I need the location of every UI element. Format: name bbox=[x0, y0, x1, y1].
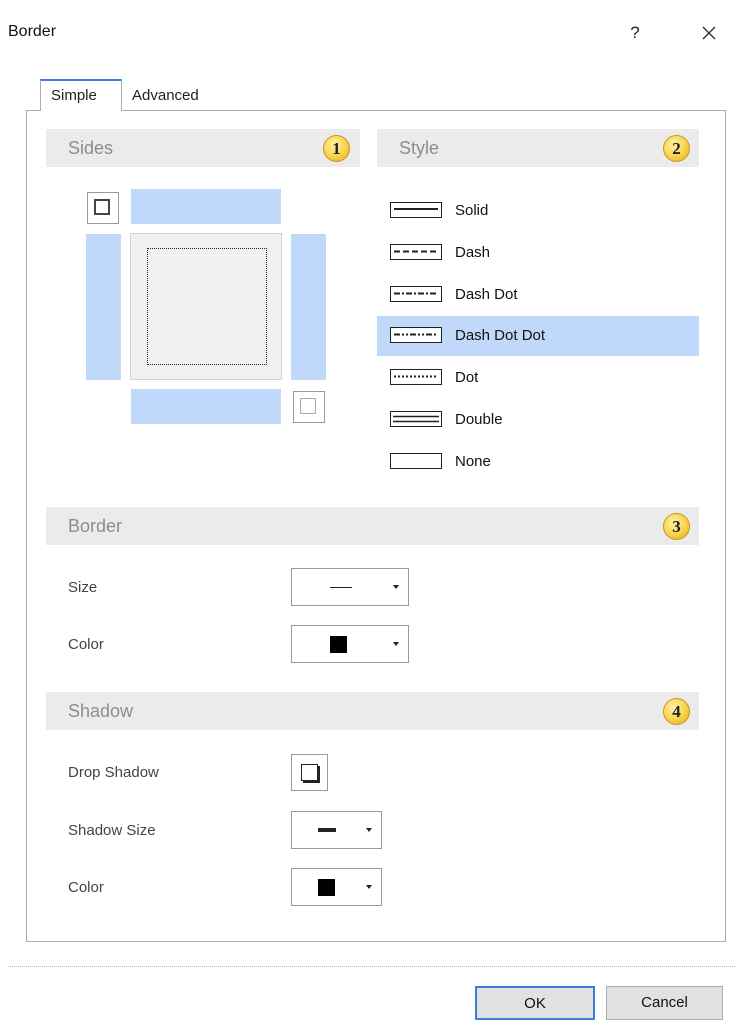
drop-shadow-toggle[interactable] bbox=[291, 754, 328, 791]
line-dash-icon bbox=[390, 244, 442, 260]
no-sides-toggle[interactable] bbox=[293, 391, 325, 423]
help-button[interactable]: ? bbox=[620, 18, 650, 48]
style-label: None bbox=[455, 453, 491, 470]
border-size-label: Size bbox=[68, 579, 98, 596]
tab-advanced[interactable]: Advanced bbox=[122, 81, 222, 113]
border-color-label: Color bbox=[68, 636, 104, 653]
line-dot-icon bbox=[390, 369, 442, 385]
bottom-side-toggle[interactable] bbox=[131, 389, 281, 424]
border-color-dropdown[interactable] bbox=[291, 625, 409, 663]
border-section-header: Border 3 bbox=[46, 507, 699, 545]
style-item-dash-dot[interactable]: Dash Dot bbox=[377, 275, 699, 315]
line-dash-dot-icon bbox=[390, 286, 442, 302]
shadow-size-label: Shadow Size bbox=[68, 822, 156, 839]
style-label: Double bbox=[455, 411, 503, 428]
line-solid-icon bbox=[390, 202, 442, 218]
border-color-swatch bbox=[330, 636, 347, 653]
style-section-header: Style 2 bbox=[377, 129, 699, 167]
shadow-color-label: Color bbox=[68, 879, 104, 896]
line-dash-dot-dot-icon bbox=[390, 327, 442, 343]
style-item-dash[interactable]: Dash bbox=[377, 233, 699, 273]
drop-shadow-label: Drop Shadow bbox=[68, 764, 159, 781]
sides-section-header: Sides 1 bbox=[46, 129, 360, 167]
all-sides-icon bbox=[94, 199, 110, 215]
style-item-none[interactable]: None bbox=[377, 442, 699, 482]
all-sides-toggle[interactable] bbox=[87, 192, 119, 224]
close-button[interactable] bbox=[694, 18, 724, 48]
right-side-toggle[interactable] bbox=[291, 234, 326, 380]
drop-shadow-icon bbox=[301, 764, 318, 781]
sides-section-title: Sides bbox=[68, 138, 114, 158]
step-1-badge: 1 bbox=[323, 135, 350, 162]
chevron-down-icon bbox=[393, 642, 399, 646]
shadow-color-dropdown[interactable] bbox=[291, 868, 382, 906]
close-icon bbox=[702, 26, 716, 40]
tab-simple[interactable]: Simple bbox=[40, 79, 122, 111]
shadow-section-header: Shadow 4 bbox=[46, 692, 699, 730]
shadow-size-preview bbox=[318, 828, 336, 832]
top-side-toggle[interactable] bbox=[131, 189, 281, 224]
step-3-badge: 3 bbox=[663, 513, 690, 540]
ok-button[interactable]: OK bbox=[475, 986, 595, 1020]
step-4-badge: 4 bbox=[663, 698, 690, 725]
cancel-button[interactable]: Cancel bbox=[606, 986, 723, 1020]
dialog-title: Border bbox=[8, 23, 57, 40]
left-side-toggle[interactable] bbox=[86, 234, 121, 380]
border-preview-frame bbox=[147, 248, 267, 365]
style-item-dot[interactable]: Dot bbox=[377, 358, 699, 398]
step-2-badge: 2 bbox=[663, 135, 690, 162]
style-section-title: Style bbox=[399, 138, 440, 158]
line-double-icon bbox=[390, 411, 442, 427]
shadow-color-swatch bbox=[318, 879, 335, 896]
border-size-dropdown[interactable] bbox=[291, 568, 409, 606]
chevron-down-icon bbox=[366, 828, 372, 832]
shadow-size-dropdown[interactable] bbox=[291, 811, 382, 849]
chevron-down-icon bbox=[393, 585, 399, 589]
border-size-preview bbox=[330, 587, 352, 588]
style-label: Dash Dot bbox=[455, 286, 518, 303]
chevron-down-icon bbox=[366, 885, 372, 889]
line-none-icon bbox=[390, 453, 442, 469]
style-item-dash-dot-dot[interactable]: Dash Dot Dot bbox=[377, 316, 699, 356]
style-label: Dash Dot Dot bbox=[455, 327, 546, 344]
footer-separator bbox=[8, 966, 735, 967]
style-item-double[interactable]: Double bbox=[377, 400, 699, 440]
shadow-section-title: Shadow bbox=[68, 701, 134, 721]
no-sides-icon bbox=[300, 398, 316, 414]
style-label: Dot bbox=[455, 369, 479, 386]
style-item-solid[interactable]: Solid bbox=[377, 191, 699, 231]
style-label: Solid bbox=[455, 202, 489, 219]
style-label: Dash bbox=[455, 244, 491, 261]
border-section-title: Border bbox=[68, 516, 123, 536]
